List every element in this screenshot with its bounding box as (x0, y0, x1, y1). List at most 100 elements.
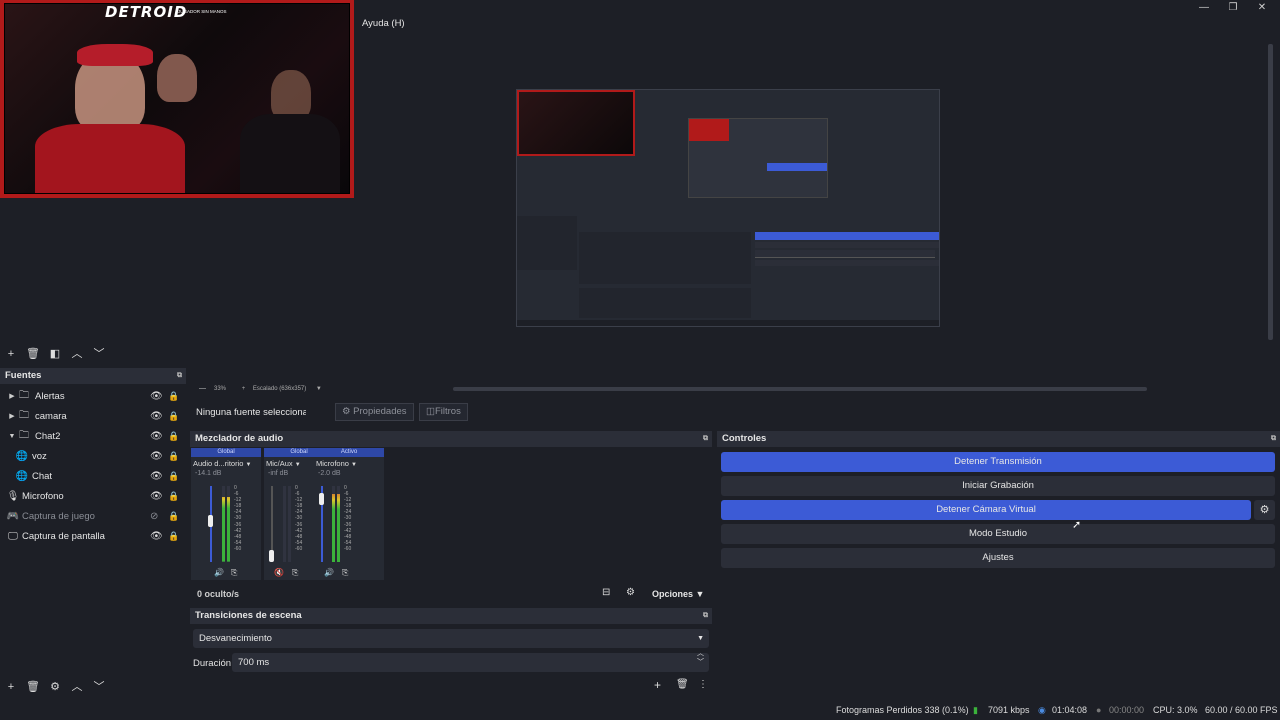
lock-icon[interactable]: 🔒 (168, 511, 179, 522)
speaker-muted-icon[interactable]: 🔇 (274, 568, 284, 577)
source-item-captura-pantalla[interactable]: 🖵 Captura de pantalla 👁 🔒 (0, 526, 186, 546)
speaker-icon[interactable]: 🔊 (324, 568, 334, 577)
volume-fader[interactable] (269, 550, 274, 562)
options-label: Opciones (652, 589, 694, 599)
minimize-icon[interactable]: — (1197, 2, 1211, 14)
studio-mode-button[interactable]: Modo Estudio (721, 524, 1275, 544)
eye-icon[interactable]: 👁 (150, 391, 163, 402)
undock-icon[interactable]: ⧉ (703, 431, 708, 447)
move-down-icon[interactable]: ﹀ (90, 680, 108, 694)
settings-button[interactable]: Ajustes (721, 548, 1275, 568)
stop-virtual-camera-button[interactable]: Detener Cámara Virtual (721, 500, 1251, 520)
filters-label: Filtros (434, 406, 461, 417)
source-item-microfono[interactable]: 🎙 Microfono 👁 🔒 (0, 486, 186, 506)
source-item-chat[interactable]: 🌐 Chat 👁 🔒 (0, 466, 186, 486)
monitor-settings-icon[interactable]: ⎘ (231, 568, 237, 578)
preview-vertical-scrollbar[interactable] (1268, 44, 1273, 340)
eye-icon[interactable]: 👁 (150, 491, 163, 502)
undock-icon[interactable]: ⧉ (1271, 431, 1276, 447)
source-item-camara[interactable]: ▶ 🗀 camara 👁 🔒 (0, 406, 186, 426)
properties-button[interactable]: ⚙ Propiedades (335, 403, 414, 421)
layout-icon[interactable]: ⊟ (602, 587, 610, 598)
add-transition-icon[interactable]: + (654, 678, 661, 692)
lock-icon[interactable]: 🔒 (168, 531, 179, 542)
source-item-captura-juego[interactable]: 🎮 Captura de juego ⊘ 🔒 (0, 506, 186, 526)
move-up-icon[interactable]: ︿ (68, 347, 86, 361)
eye-icon[interactable]: 👁 (150, 531, 163, 542)
person-3 (271, 70, 311, 120)
scale-mode[interactable]: Escalado (636x357) (253, 386, 306, 392)
preview-horizontal-scrollbar[interactable] (453, 387, 1147, 391)
add-source-icon[interactable]: + (2, 680, 20, 694)
browser-icon: 🌐 (15, 470, 29, 482)
scenes-list[interactable] (0, 198, 186, 366)
expand-icon[interactable]: ▶ (7, 392, 17, 400)
undock-icon[interactable]: ⧉ (177, 368, 182, 384)
channel-db: -2.0 dB (318, 470, 341, 477)
start-recording-button[interactable]: Iniciar Grabación (721, 476, 1275, 496)
eye-hidden-icon[interactable]: ⊘ (150, 511, 158, 522)
volume-fader[interactable] (319, 493, 324, 505)
advanced-audio-icon[interactable]: ⚙ (626, 587, 635, 598)
eye-icon[interactable]: 👁 (150, 451, 163, 462)
expand-icon[interactable]: ▶ (7, 412, 17, 420)
monitor-settings-icon[interactable]: ⎘ (292, 568, 298, 578)
lock-icon[interactable]: 🔒 (168, 491, 179, 502)
db-tick: -30 (295, 515, 303, 522)
source-properties-icon[interactable]: ⚙ (46, 680, 64, 694)
preview-canvas[interactable] (516, 89, 940, 327)
options-button[interactable]: Opciones ▼ (652, 589, 704, 599)
remove-source-icon[interactable]: 🗑 (24, 680, 42, 694)
source-item-chat2[interactable]: ▼ 🗀 Chat2 👁 🔒 (0, 426, 186, 446)
lock-icon[interactable]: 🔒 (168, 411, 179, 422)
preview-mini-mixer (579, 232, 751, 284)
no-source-selected-label: Ninguna fuente seleccionada (196, 407, 306, 418)
volume-fader[interactable] (208, 515, 213, 527)
chevron-down-icon[interactable]: ▼ (316, 386, 322, 392)
lock-icon[interactable]: 🔒 (168, 391, 179, 402)
source-item-alertas[interactable]: ▶ 🗀 Alertas 👁 🔒 (0, 386, 186, 406)
collapse-icon[interactable]: ▼ (7, 433, 17, 440)
channel-name[interactable]: Audio d...ritorio ▼ (191, 457, 261, 470)
virtual-camera-settings-icon[interactable]: ⚙ (1254, 500, 1275, 520)
close-icon[interactable]: ✕ (1255, 2, 1269, 14)
eye-icon[interactable]: 👁 (150, 431, 163, 442)
filters-button[interactable]: ◫Filtros (419, 403, 468, 421)
monitor-settings-icon[interactable]: ⎘ (342, 568, 348, 578)
duration-stepper[interactable]: 700 ms ︿ ﹀ (232, 650, 709, 672)
lock-icon[interactable]: 🔒 (168, 431, 179, 442)
chevron-down-icon[interactable]: ▼ (295, 462, 301, 468)
move-down-icon[interactable]: ﹀ (90, 347, 108, 361)
scene-filters-icon[interactable]: ◧ (46, 347, 64, 361)
sources-toolbar: + 🗑 ⚙ ︿ ﹀ (2, 680, 108, 694)
chevron-down-icon[interactable]: ▼ (246, 462, 252, 468)
status-bar (0, 700, 1280, 720)
remove-transition-icon[interactable]: 🗑 (676, 679, 689, 690)
move-up-icon[interactable]: ︿ (68, 680, 86, 694)
lock-icon[interactable]: 🔒 (168, 451, 179, 462)
stepper-arrows-icon[interactable]: ︿ ﹀ (697, 649, 704, 667)
sources-title-text: Fuentes (5, 370, 42, 381)
speaker-icon[interactable]: 🔊 (214, 568, 224, 577)
eye-icon[interactable]: 👁 (150, 411, 163, 422)
more-options-icon[interactable]: ⋮ (698, 679, 708, 690)
undock-icon[interactable]: ⧉ (703, 608, 708, 624)
menu-help[interactable]: Ayuda (H) (362, 18, 405, 29)
signal-icon: ▮ (973, 705, 978, 715)
channel-name[interactable]: Microfono ▼ (314, 457, 384, 470)
source-label: camara (35, 410, 67, 422)
source-item-voz[interactable]: 🌐 voz 👁 🔒 (0, 446, 186, 466)
stop-streaming-button[interactable]: Detener Transmisión (721, 452, 1275, 472)
zoom-out-icon[interactable]: — (199, 385, 206, 392)
lock-icon[interactable]: 🔒 (168, 471, 179, 482)
zoom-in-icon[interactable]: + (242, 386, 246, 392)
scenes-toolbar: + 🗑 ◧ ︿ ﹀ (2, 347, 108, 361)
db-tick: -30 (344, 515, 352, 522)
transition-select[interactable]: Desvanecimiento ▼ (193, 629, 709, 648)
maximize-icon[interactable]: ❐ (1226, 2, 1240, 14)
source-label: Captura de juego (22, 510, 95, 522)
chevron-down-icon[interactable]: ▼ (351, 462, 357, 468)
remove-scene-icon[interactable]: 🗑 (24, 347, 42, 361)
add-scene-icon[interactable]: + (2, 347, 20, 361)
eye-icon[interactable]: 👁 (150, 471, 163, 482)
